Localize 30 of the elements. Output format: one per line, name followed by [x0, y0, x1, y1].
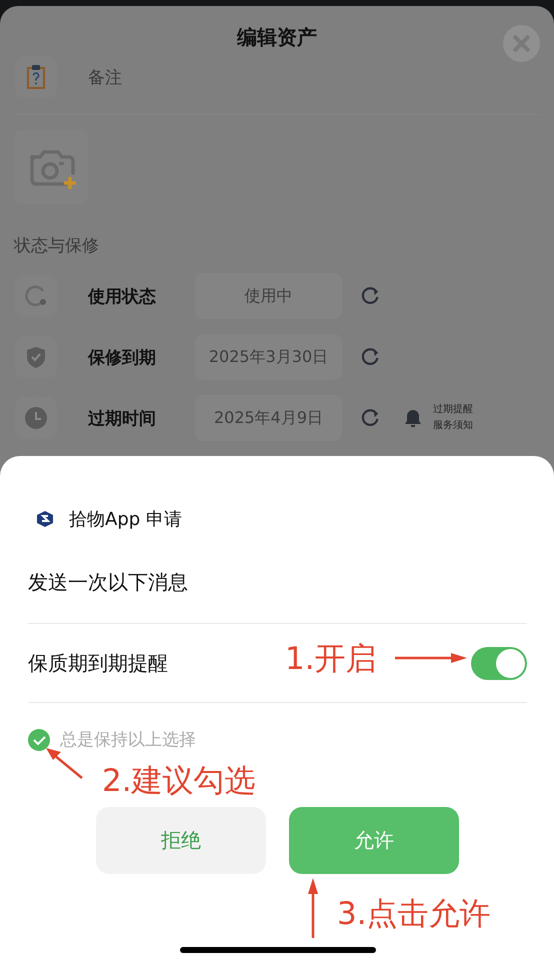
dialog-heading: 发送一次以下消息: [28, 567, 527, 624]
refresh-icon[interactable]: [361, 286, 381, 306]
app-logo-icon: [36, 510, 54, 528]
annotation-arrow: [44, 746, 84, 780]
annotation-text: 1.开启: [285, 640, 377, 679]
checkbox[interactable]: [28, 728, 50, 750]
annotation-arrow: [395, 651, 467, 665]
reminder-text: 服务须知: [433, 419, 473, 433]
sheet-title: 编辑资产: [237, 24, 317, 50]
value-field[interactable]: 使用中: [195, 273, 342, 319]
value-field[interactable]: 2025年3月30日: [195, 334, 342, 380]
allow-button[interactable]: 允许: [289, 807, 459, 874]
toggle-switch[interactable]: [471, 646, 527, 680]
checkbox-label: 总是保持以上选择: [60, 729, 196, 751]
app-name: 拾物App 申请: [69, 508, 182, 531]
option-label: 保质期到期提醒: [28, 650, 168, 676]
section-title: 状态与保修: [14, 235, 100, 257]
row-label: 使用状态: [88, 286, 157, 308]
refresh-icon[interactable]: [361, 347, 381, 367]
refresh-icon[interactable]: [361, 408, 381, 428]
note-field[interactable]: 备注: [88, 66, 122, 88]
annotation-arrow: [307, 878, 319, 938]
annotation-text: 3.点击允许: [337, 895, 491, 934]
row-label: 过期时间: [88, 408, 157, 430]
annotation-text: 2.建议勾选: [102, 762, 256, 801]
reminder-text: 过期提醒: [433, 402, 473, 417]
value-field[interactable]: 2025年4月9日: [195, 395, 342, 441]
bell-icon[interactable]: [402, 407, 424, 429]
deny-button[interactable]: 拒绝: [96, 807, 266, 874]
row-label: 保修到期: [88, 346, 157, 368]
